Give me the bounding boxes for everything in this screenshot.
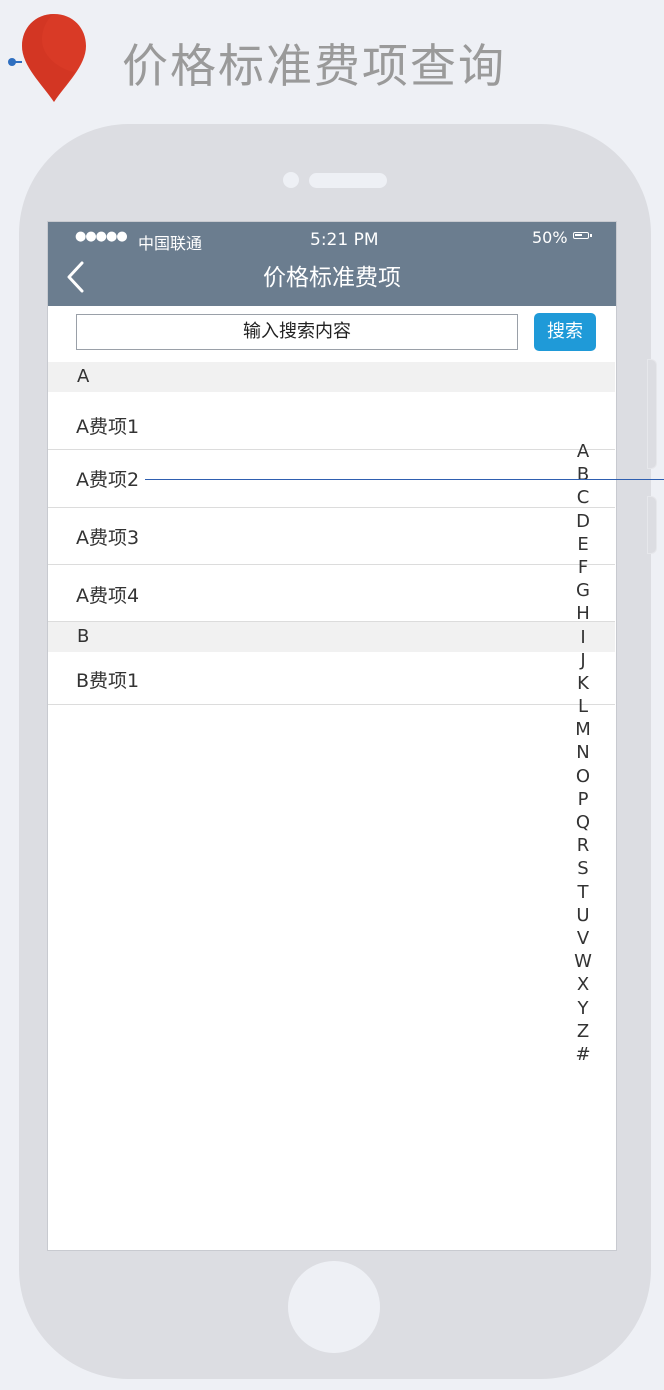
search-input[interactable]: 输入搜索内容 xyxy=(76,314,518,350)
section-header-b: B xyxy=(48,622,615,652)
status-time: 5:21 PM xyxy=(310,230,379,250)
index-letter[interactable]: N xyxy=(572,741,594,764)
index-letter[interactable]: X xyxy=(572,973,594,996)
index-letter[interactable]: M xyxy=(572,718,594,741)
index-letter[interactable]: L xyxy=(572,695,594,718)
index-letter[interactable]: R xyxy=(572,834,594,857)
index-letter[interactable]: Q xyxy=(572,811,594,834)
signal-strength-icon: ●●●●● xyxy=(75,229,128,244)
index-letter[interactable]: E xyxy=(572,533,594,556)
index-letter[interactable]: C xyxy=(572,486,594,509)
search-button[interactable]: 搜索 xyxy=(534,313,596,351)
location-pin-icon xyxy=(22,14,86,102)
index-letter[interactable]: K xyxy=(572,672,594,695)
index-letter[interactable]: I xyxy=(572,626,594,649)
volume-down-button xyxy=(647,496,657,554)
section-header-a: A xyxy=(48,362,615,392)
index-letter[interactable]: D xyxy=(572,510,594,533)
nav-title: 价格标准费项 xyxy=(263,265,401,291)
index-letter[interactable]: Y xyxy=(572,997,594,1020)
index-letter[interactable]: P xyxy=(572,788,594,811)
index-letter[interactable]: A xyxy=(572,440,594,463)
page-title: 价格标准费项查询 xyxy=(122,39,506,93)
index-letter[interactable]: W xyxy=(572,950,594,973)
index-letter[interactable]: F xyxy=(572,556,594,579)
earpiece-speaker xyxy=(309,173,387,188)
index-letter[interactable]: B xyxy=(572,463,594,486)
volume-up-button xyxy=(647,359,657,469)
alphabet-index-bar[interactable]: A B C D E F G H I J K L M N O P Q R S T U V W X Y Z # xyxy=(572,440,594,1066)
index-letter[interactable]: J xyxy=(572,649,594,672)
index-letter[interactable]: O xyxy=(572,765,594,788)
carrier-label: 中国联通 xyxy=(138,234,203,253)
index-letter[interactable]: U xyxy=(572,904,594,927)
index-letter[interactable]: Z xyxy=(572,1020,594,1043)
index-letter[interactable]: H xyxy=(572,602,594,625)
navigation-bar: ●●●●● 中国联通 5:21 PM 50% 价格标准费项 xyxy=(48,222,616,306)
index-letter[interactable]: # xyxy=(572,1043,594,1066)
list-item[interactable]: A费项3 xyxy=(48,508,615,565)
list-item[interactable]: B费项1 xyxy=(48,652,615,705)
index-letter[interactable]: S xyxy=(572,857,594,880)
index-letter[interactable]: G xyxy=(572,579,594,602)
index-letter[interactable]: V xyxy=(572,927,594,950)
annotation-pointer-line xyxy=(145,479,664,480)
index-letter[interactable]: T xyxy=(572,881,594,904)
list-item[interactable]: A费项1 xyxy=(48,392,615,450)
list-item[interactable]: A费项4 xyxy=(48,565,615,622)
phone-screen: ●●●●● 中国联通 5:21 PM 50% 价格标准费项 输入搜索内容 搜索 … xyxy=(47,221,617,1251)
front-camera xyxy=(283,172,299,188)
battery-percent: 50% xyxy=(532,228,568,247)
home-button[interactable] xyxy=(288,1261,380,1353)
battery-icon xyxy=(573,232,592,239)
